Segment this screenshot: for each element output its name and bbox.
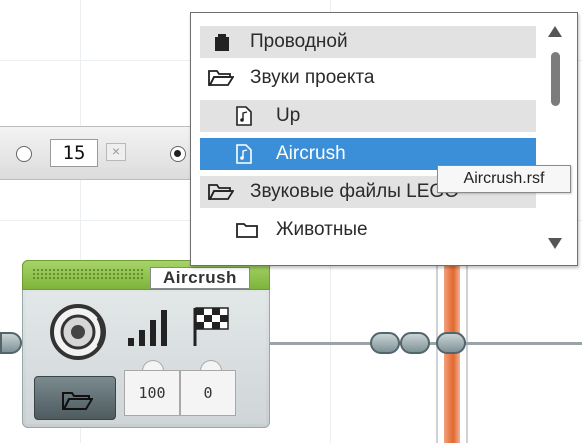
mode-radio[interactable]	[16, 146, 32, 162]
block-grip[interactable]	[32, 268, 144, 280]
sound-file-icon	[236, 144, 252, 164]
sequence-plug[interactable]	[436, 332, 466, 354]
dropdown-item-project-sounds[interactable]: Звуки проекта	[200, 62, 536, 94]
brick-icon	[215, 34, 229, 51]
play-type-input[interactable]: 0	[180, 370, 236, 416]
mode-radio-selected[interactable]	[170, 146, 186, 162]
scroll-thumb[interactable]	[551, 52, 560, 106]
dropdown-item-label: Up	[276, 105, 301, 126]
volume-input[interactable]: 100	[124, 370, 180, 416]
play-type-flag-icon	[193, 307, 229, 346]
dropdown-item-label: Животные	[276, 219, 368, 240]
file-browse-button[interactable]	[34, 376, 116, 420]
clear-button[interactable]: ×	[106, 143, 126, 161]
volume-icon	[128, 310, 167, 346]
dropdown-item-animals[interactable]: Животные	[200, 214, 536, 246]
folder-icon	[236, 223, 258, 238]
dropdown-item-label: Проводной	[250, 31, 348, 52]
dropdown-item-up[interactable]: Up	[200, 100, 536, 132]
scroll-up-icon[interactable]	[548, 26, 562, 37]
open-folder-icon	[208, 70, 234, 86]
dropdown-scrollbar[interactable]	[544, 22, 566, 256]
sequence-plug[interactable]	[400, 332, 430, 354]
sound-file-name: Aircrush	[150, 267, 250, 289]
open-folder-icon	[208, 184, 234, 200]
speaker-icon	[50, 304, 106, 360]
sequence-plug[interactable]	[370, 332, 400, 354]
dropdown-item-label: Звуковые файлы LEGO	[250, 181, 459, 202]
input-plug[interactable]	[0, 332, 22, 354]
sound-file-icon	[236, 106, 252, 126]
open-folder-icon	[62, 392, 93, 410]
file-tooltip: Aircrush.rsf	[437, 165, 571, 193]
number-input[interactable]: 15	[50, 139, 98, 167]
dropdown-item-label: Звуки проекта	[250, 67, 375, 88]
dropdown-item-label: Aircrush	[276, 143, 346, 164]
dropdown-item-wired[interactable]: Проводной	[200, 26, 536, 58]
scroll-down-icon[interactable]	[548, 238, 562, 249]
